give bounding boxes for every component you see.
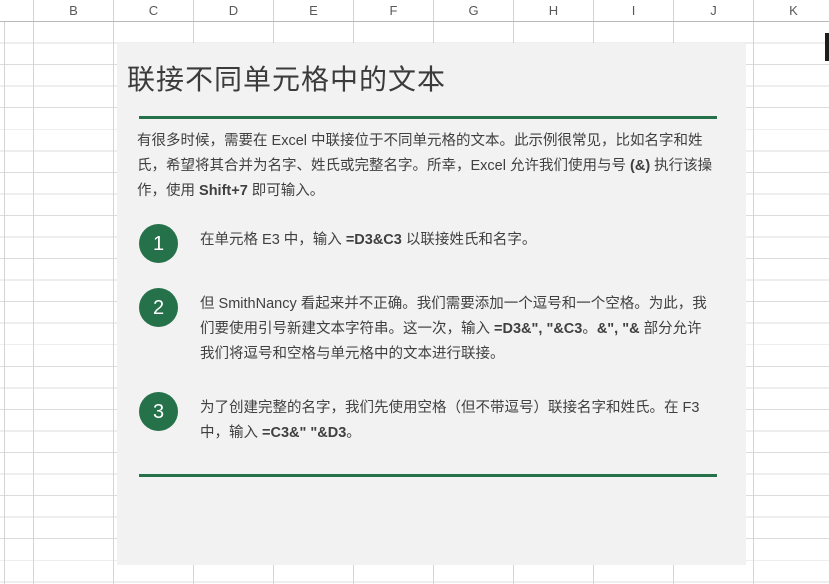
- card-title: 联接不同单元格中的文本: [127, 61, 746, 99]
- step-number-badge: 3: [139, 392, 178, 431]
- tutorial-card: 联接不同单元格中的文本 有很多时候，需要在 Excel 中联接位于不同单元格的文…: [117, 43, 746, 565]
- step-text: 为了创建完整的名字，我们先使用空格（但不带逗号）联接名字和姓氏。在 F3 中，输…: [200, 392, 716, 446]
- step-number-badge: 1: [139, 224, 178, 263]
- step-text: 但 SmithNancy 看起来并不正确。我们需要添加一个逗号和一个空格。为此，…: [200, 288, 716, 367]
- column-header-d[interactable]: D: [193, 0, 273, 21]
- column-header-c[interactable]: C: [113, 0, 193, 21]
- column-header-b[interactable]: B: [33, 0, 113, 21]
- column-header-h[interactable]: H: [513, 0, 593, 21]
- column-header-g[interactable]: G: [433, 0, 513, 21]
- column-header-k[interactable]: K: [753, 0, 829, 21]
- step-item-2: 2 但 SmithNancy 看起来并不正确。我们需要添加一个逗号和一个空格。为…: [139, 288, 716, 367]
- column-header-j[interactable]: J: [673, 0, 753, 21]
- steps-list: 1 在单元格 E3 中，输入 =D3&C3 以联接姓氏和名字。 2 但 Smit…: [117, 224, 746, 446]
- divider-bottom: [139, 474, 717, 477]
- step-item-1: 1 在单元格 E3 中，输入 =D3&C3 以联接姓氏和名字。: [139, 224, 716, 263]
- column-header-partial[interactable]: [0, 0, 33, 21]
- step-item-3: 3 为了创建完整的名字，我们先使用空格（但不带逗号）联接名字和姓氏。在 F3 中…: [139, 392, 716, 446]
- excel-worksheet-view: B C D E F G H I J K 联接不同单元格中的文本 有很多时候，需要…: [0, 0, 829, 584]
- column-header-i[interactable]: I: [593, 0, 673, 21]
- divider-top: [139, 116, 717, 119]
- column-header-e[interactable]: E: [273, 0, 353, 21]
- vertical-scrollbar-thumb[interactable]: [825, 33, 829, 61]
- column-header-f[interactable]: F: [353, 0, 433, 21]
- step-number-badge: 2: [139, 288, 178, 327]
- step-text: 在单元格 E3 中，输入 =D3&C3 以联接姓氏和名字。: [200, 224, 536, 253]
- intro-paragraph: 有很多时候，需要在 Excel 中联接位于不同单元格的文本。此示例很常见，比如名…: [137, 129, 713, 204]
- column-header-row: B C D E F G H I J K: [0, 0, 829, 22]
